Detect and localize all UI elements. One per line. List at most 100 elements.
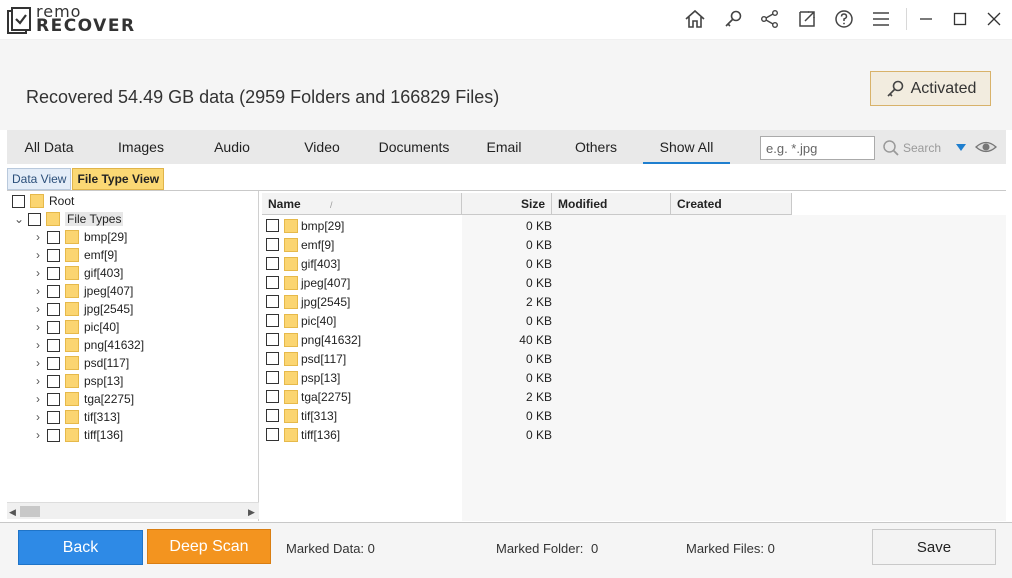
tree-root-row[interactable]: Root	[12, 192, 74, 210]
tree-item-checkbox[interactable]	[47, 230, 60, 244]
tree-item[interactable]: › png[41632]	[31, 336, 144, 354]
list-row-checkbox[interactable]	[266, 333, 279, 346]
list-row-checkbox[interactable]	[266, 238, 279, 251]
list-row[interactable]: png[41632] 40 KB	[262, 330, 552, 349]
tab-show-all[interactable]: Show All	[643, 130, 730, 164]
tab-others[interactable]: Others	[567, 130, 625, 164]
column-header-modified[interactable]: Modified	[552, 193, 671, 215]
list-row[interactable]: tiff[136] 0 KB	[262, 425, 552, 444]
list-row[interactable]: tga[2275] 2 KB	[262, 387, 552, 406]
scrollbar-thumb[interactable]	[20, 506, 40, 517]
tree-item[interactable]: › bmp[29]	[31, 228, 127, 246]
tab-email[interactable]: Email	[479, 130, 529, 164]
tree-item[interactable]: › emf[9]	[31, 246, 117, 264]
list-row[interactable]: psd[117] 0 KB	[262, 349, 552, 368]
list-row[interactable]: jpg[2545] 2 KB	[262, 292, 552, 311]
tab-audio[interactable]: Audio	[202, 130, 262, 164]
chevron-right-icon[interactable]: ›	[31, 230, 45, 244]
chevron-right-icon[interactable]: ›	[31, 320, 45, 334]
list-row-checkbox[interactable]	[266, 314, 279, 327]
list-row[interactable]: bmp[29] 0 KB	[262, 216, 552, 235]
tree-item[interactable]: › psp[13]	[31, 372, 123, 390]
list-row-checkbox[interactable]	[266, 428, 279, 441]
tab-all-data[interactable]: All Data	[15, 130, 83, 164]
chevron-right-icon[interactable]: ›	[31, 392, 45, 406]
tree-item-checkbox[interactable]	[47, 392, 60, 406]
tree-item-checkbox[interactable]	[47, 284, 60, 298]
chevron-right-icon[interactable]: ›	[31, 410, 45, 424]
column-header-name[interactable]: Name /	[262, 193, 462, 215]
chevron-right-icon[interactable]: ›	[31, 356, 45, 370]
list-row-checkbox[interactable]	[266, 371, 279, 384]
chevron-right-icon[interactable]: ›	[31, 428, 45, 442]
scroll-right-icon[interactable]: ▶	[248, 507, 255, 518]
menu-icon[interactable]	[870, 8, 892, 30]
back-button[interactable]: Back	[18, 530, 143, 565]
list-row-checkbox[interactable]	[266, 295, 279, 308]
tree-item-checkbox[interactable]	[47, 374, 60, 388]
tree-item[interactable]: › jpeg[407]	[31, 282, 133, 300]
list-row[interactable]: tif[313] 0 KB	[262, 406, 552, 425]
column-header-size[interactable]: Size	[462, 193, 552, 215]
maximize-icon[interactable]	[949, 8, 971, 30]
tree-item[interactable]: › psd[117]	[31, 354, 129, 372]
home-icon[interactable]	[684, 8, 706, 30]
list-row[interactable]: gif[403] 0 KB	[262, 254, 552, 273]
filter-input[interactable]	[760, 136, 875, 160]
tree-item-checkbox[interactable]	[47, 320, 60, 334]
save-button[interactable]: Save	[872, 529, 996, 565]
tree-item[interactable]: › pic[40]	[31, 318, 119, 336]
minimize-icon[interactable]	[915, 8, 937, 30]
list-row-checkbox[interactable]	[266, 390, 279, 403]
tree-item-checkbox[interactable]	[47, 338, 60, 352]
scroll-left-icon[interactable]: ◀	[9, 507, 16, 518]
tab-images[interactable]: Images	[109, 130, 173, 164]
tab-data-view[interactable]: Data View	[7, 168, 72, 190]
tree-item-checkbox[interactable]	[47, 266, 60, 280]
list-row[interactable]: psp[13] 0 KB	[262, 368, 552, 387]
list-row-checkbox[interactable]	[266, 352, 279, 365]
list-row[interactable]: pic[40] 0 KB	[262, 311, 552, 330]
chevron-right-icon[interactable]: ›	[31, 266, 45, 280]
activated-button[interactable]: Activated	[870, 71, 991, 106]
tree-item-checkbox[interactable]	[47, 248, 60, 262]
preview-eye-icon[interactable]	[974, 138, 998, 156]
chevron-right-icon[interactable]: ›	[31, 338, 45, 352]
tab-documents[interactable]: Documents	[375, 130, 453, 164]
list-row[interactable]: jpeg[407] 0 KB	[262, 273, 552, 292]
tree-item-checkbox[interactable]	[47, 356, 60, 370]
chevron-right-icon[interactable]: ›	[31, 284, 45, 298]
column-header-created[interactable]: Created	[671, 193, 792, 215]
tree-file-types-row[interactable]: ⌄ File Types	[12, 210, 124, 228]
tab-file-type-view[interactable]: File Type View	[72, 168, 165, 190]
help-icon[interactable]	[833, 8, 855, 30]
key-icon[interactable]	[722, 8, 744, 30]
tree-item[interactable]: › jpg[2545]	[31, 300, 133, 318]
tree-item-checkbox[interactable]	[47, 302, 60, 316]
tree-horizontal-scrollbar[interactable]: ◀ ▶	[7, 502, 259, 519]
list-row-checkbox[interactable]	[266, 409, 279, 422]
close-icon[interactable]	[983, 8, 1005, 30]
tree-item-checkbox[interactable]	[47, 428, 60, 442]
tree-root-checkbox[interactable]	[12, 194, 25, 208]
tree-item[interactable]: › tga[2275]	[31, 390, 134, 408]
tree-item[interactable]: › tiff[136]	[31, 426, 123, 444]
list-row-checkbox[interactable]	[266, 219, 279, 232]
tree-file-types-checkbox[interactable]	[28, 212, 41, 226]
chevron-right-icon[interactable]: ›	[31, 302, 45, 316]
list-row-checkbox[interactable]	[266, 276, 279, 289]
search-button[interactable]: Search	[882, 136, 942, 160]
chevron-down-icon[interactable]: ⌄	[12, 212, 26, 226]
chevron-right-icon[interactable]: ›	[31, 248, 45, 262]
list-row-checkbox[interactable]	[266, 257, 279, 270]
share-icon[interactable]	[759, 8, 781, 30]
tree-item-checkbox[interactable]	[47, 410, 60, 424]
chevron-right-icon[interactable]: ›	[31, 374, 45, 388]
filter-dropdown-arrow-icon[interactable]	[956, 144, 966, 151]
tree-item[interactable]: › tif[313]	[31, 408, 120, 426]
tree-item[interactable]: › gif[403]	[31, 264, 123, 282]
external-link-icon[interactable]	[796, 8, 818, 30]
tab-video[interactable]: Video	[293, 130, 351, 164]
list-row[interactable]: emf[9] 0 KB	[262, 235, 552, 254]
deep-scan-button[interactable]: Deep Scan	[147, 529, 271, 564]
